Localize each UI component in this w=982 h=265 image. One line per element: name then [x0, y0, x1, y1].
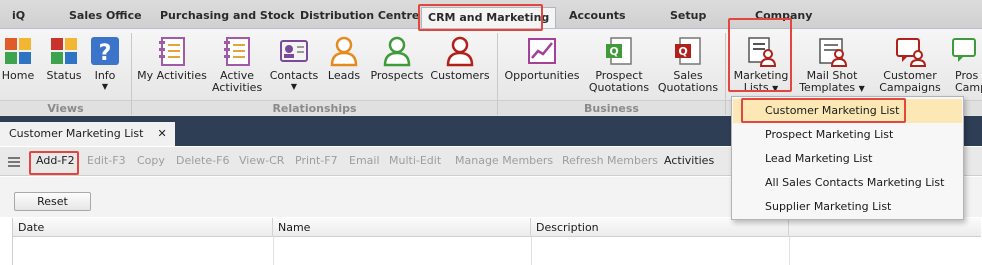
- grid-column-divider: [273, 237, 274, 265]
- menu-item-customer-marketing-list[interactable]: Customer Marketing List: [733, 99, 962, 123]
- home-tiles-icon: [5, 38, 31, 64]
- add-button[interactable]: Add-F2: [36, 154, 75, 167]
- quote-green-icon: Q: [606, 37, 632, 65]
- info-button[interactable]: ? Info ▼: [88, 33, 122, 99]
- home-label: Home: [1, 69, 35, 82]
- active-activities-label: Active Activities: [212, 69, 263, 94]
- group-label-business: Business: [498, 100, 725, 115]
- menu-item-prospect-marketing-list[interactable]: Prospect Marketing List: [733, 123, 962, 147]
- marketing-lists-button[interactable]: Marketing Lists ▼: [731, 33, 791, 99]
- person-green-icon: [383, 36, 411, 67]
- contacts-label: Contacts: [269, 69, 319, 82]
- prospects-label: Prospects: [370, 69, 424, 82]
- svg-text:Q: Q: [678, 45, 687, 58]
- delete-button[interactable]: Delete-F6: [176, 154, 229, 167]
- question-icon: ?: [91, 37, 119, 66]
- active-activities-button[interactable]: Active Activities: [212, 33, 262, 99]
- copy-button[interactable]: Copy: [137, 154, 165, 167]
- marketing-list-icon: [748, 37, 777, 67]
- customers-button[interactable]: Customers: [430, 33, 490, 99]
- refresh-members-button[interactable]: Refresh Members: [562, 154, 658, 167]
- status-tiles-icon: [51, 38, 77, 64]
- tab-crm-and-marketing[interactable]: CRM and Marketing: [421, 7, 557, 28]
- data-grid: Date Name Description: [12, 218, 981, 265]
- group-label-relationships: Relationships: [132, 100, 497, 115]
- close-icon[interactable]: ✕: [157, 127, 166, 140]
- notebook-icon: [159, 37, 185, 66]
- document-tab-label: Customer Marketing List: [9, 127, 144, 140]
- contacts-dropdown-arrow: ▼: [290, 82, 298, 91]
- mail-shot-templates-button[interactable]: Mail Shot Templates ▼: [796, 33, 868, 99]
- main-menu-bar: iQ Sales Office Purchasing and Stock Dis…: [0, 0, 982, 30]
- tab-company[interactable]: Company: [755, 6, 812, 25]
- person-orange-icon: [330, 36, 358, 67]
- menu-icon[interactable]: [8, 157, 20, 167]
- sales-quotations-button[interactable]: Q Sales Quotations: [656, 33, 720, 99]
- svg-text:Q: Q: [609, 45, 618, 58]
- menu-item-supplier-marketing-list[interactable]: Supplier Marketing List: [733, 195, 962, 219]
- status-label: Status: [46, 69, 82, 82]
- campaign-red-icon: [896, 38, 926, 67]
- my-activities-label: My Activities: [137, 69, 207, 82]
- mailshot-icon: [819, 38, 848, 67]
- multi-edit-button[interactable]: Multi-Edit: [389, 154, 441, 167]
- activities-button[interactable]: Activities: [664, 154, 714, 167]
- column-header-date[interactable]: Date: [13, 218, 273, 237]
- customer-campaigns-label: Customer Campaigns: [879, 69, 941, 94]
- campaign-green-icon: [952, 38, 976, 62]
- group-label-views: Views: [0, 100, 131, 115]
- document-tab-customer-marketing-list[interactable]: Customer Marketing List ✕: [0, 122, 175, 146]
- person-red-icon: [446, 36, 474, 67]
- leads-button[interactable]: Leads: [325, 33, 363, 99]
- column-header-name[interactable]: Name: [273, 218, 531, 237]
- my-activities-button[interactable]: My Activities: [136, 33, 208, 99]
- customers-label: Customers: [430, 69, 490, 82]
- opportunities-label: Opportunities: [504, 69, 580, 82]
- contact-card-icon: [280, 40, 308, 62]
- home-button[interactable]: Home: [0, 33, 36, 99]
- prospect-campaigns-button[interactable]: ProsCamp: [950, 33, 982, 99]
- svg-text:?: ?: [99, 41, 112, 66]
- sales-quotations-label: Sales Quotations: [657, 69, 719, 94]
- contacts-button[interactable]: Contacts ▼: [268, 33, 320, 99]
- tab-purchasing-and-stock[interactable]: Purchasing and Stock: [160, 6, 294, 25]
- tab-iq[interactable]: iQ: [12, 6, 25, 25]
- tab-distribution-centre[interactable]: Distribution Centre: [300, 6, 419, 25]
- edit-button[interactable]: Edit-F3: [87, 154, 126, 167]
- view-button[interactable]: View-CR: [239, 154, 284, 167]
- prospects-button[interactable]: Prospects: [367, 33, 427, 99]
- column-header-description[interactable]: Description: [531, 218, 789, 237]
- quote-red-icon: Q: [675, 37, 701, 65]
- prospect-quotations-button[interactable]: Q Prospect Quotations: [586, 33, 652, 99]
- reset-button[interactable]: Reset: [14, 192, 91, 211]
- chart-icon: [528, 38, 556, 64]
- tab-setup[interactable]: Setup: [670, 6, 706, 25]
- leads-label: Leads: [327, 69, 361, 82]
- grid-column-divider: [531, 237, 532, 265]
- opportunities-button[interactable]: Opportunities: [502, 33, 582, 99]
- notebook-icon: [224, 37, 250, 66]
- marketing-lists-dropdown: Customer Marketing List Prospect Marketi…: [731, 96, 964, 220]
- prospect-campaigns-label: ProsCamp: [955, 69, 982, 94]
- info-dropdown-arrow: ▼: [101, 82, 109, 91]
- prospect-quotations-label: Prospect Quotations: [588, 69, 650, 94]
- status-button[interactable]: Status: [44, 33, 84, 99]
- tab-sales-office[interactable]: Sales Office: [69, 6, 142, 25]
- tab-accounts[interactable]: Accounts: [569, 6, 626, 25]
- customer-campaigns-button[interactable]: Customer Campaigns: [876, 33, 944, 99]
- print-button[interactable]: Print-F7: [295, 154, 338, 167]
- mail-shot-templates-label: Mail Shot Templates ▼: [799, 69, 865, 94]
- email-button[interactable]: Email: [349, 154, 380, 167]
- manage-members-button[interactable]: Manage Members: [455, 154, 553, 167]
- grid-header: Date Name Description: [13, 218, 981, 237]
- menu-item-lead-marketing-list[interactable]: Lead Marketing List: [733, 147, 962, 171]
- info-label: Info: [94, 69, 116, 82]
- grid-column-divider: [789, 237, 790, 265]
- menu-item-all-sales-contacts-marketing-list[interactable]: All Sales Contacts Marketing List: [733, 171, 962, 195]
- marketing-lists-label: Marketing Lists ▼: [733, 69, 789, 94]
